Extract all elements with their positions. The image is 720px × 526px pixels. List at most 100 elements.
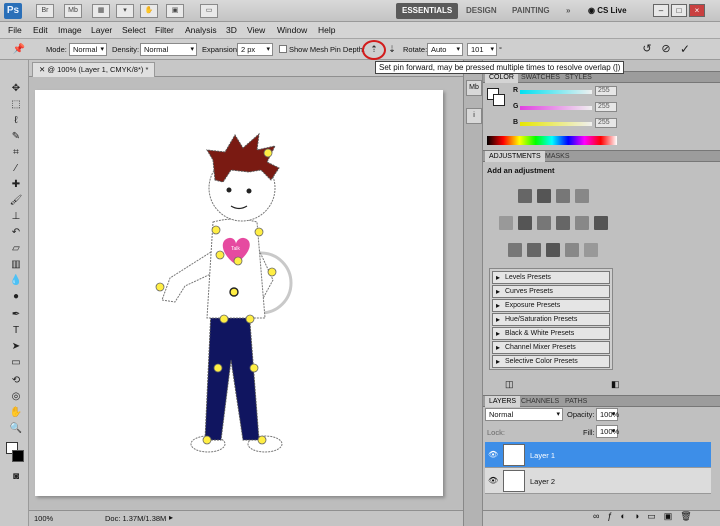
eye-icon[interactable]: 👁 [488,450,498,459]
shape-tool-icon[interactable]: ▭ [9,356,23,369]
close-window-button[interactable]: × [689,4,705,17]
rotate-select[interactable]: Auto [427,43,463,56]
puppet-warp-tool-icon[interactable]: 📌 [12,43,26,56]
green-slider[interactable] [520,106,592,110]
preset-exposure[interactable]: Exposure Presets [492,299,610,312]
blue-value[interactable]: 255 [595,118,617,128]
red-slider[interactable] [520,90,592,94]
channel-mixer-icon[interactable] [594,216,608,230]
black-white-icon[interactable] [556,216,570,230]
workspace-essentials[interactable]: ESSENTIALS [396,3,459,19]
zoom-readout[interactable]: 100% [34,514,53,523]
color-balance-icon[interactable] [537,216,551,230]
menu-image[interactable]: Image [58,25,82,35]
fill-input[interactable]: 100% [596,425,619,438]
mini-bridge-panel-button[interactable]: Mb [466,80,482,96]
hand-tool-icon[interactable]: ✋ [140,4,158,18]
adjustments-options-icon[interactable]: ◧ [611,379,620,390]
workspace-painting[interactable]: PAINTING [506,3,556,19]
screen-mode-icon[interactable]: ▭ [200,4,218,18]
blend-mode-select[interactable]: Normal [485,408,563,421]
curves-icon[interactable] [556,189,570,203]
cancel-warp-icon[interactable]: ⊘ [659,43,673,56]
minimize-button[interactable]: – [653,4,669,17]
gradient-map-icon[interactable] [565,243,579,257]
info-panel-icon[interactable]: i [466,108,482,124]
density-select[interactable]: Normal [140,43,197,56]
mode-select[interactable]: Normal [69,43,107,56]
layer-row-1[interactable]: 👁 Layer 1 [485,442,711,468]
gradient-tool-icon[interactable]: ▥ [9,258,23,271]
3d-orbit-tool-icon[interactable]: ◎ [9,390,23,403]
color-spectrum-bar[interactable] [487,136,617,145]
menu-window[interactable]: Window [277,25,307,35]
preset-levels[interactable]: Levels Presets [492,271,610,284]
clip-to-layer-icon[interactable]: ◫ [505,379,514,390]
type-tool-icon[interactable]: T [9,324,23,337]
3d-rotate-tool-icon[interactable]: ⟲ [9,374,23,387]
expansion-input[interactable]: 2 px [237,43,273,56]
show-mesh-checkbox[interactable] [279,45,287,53]
document-tab[interactable]: ✕ @ 100% (Layer 1, CMYK/8*) * [32,62,156,77]
menu-layer[interactable]: Layer [91,25,112,35]
brush-tool-icon[interactable]: 🖌 [9,194,23,207]
zoom-level-icon[interactable]: ▾ [116,4,134,18]
menu-analysis[interactable]: Analysis [185,25,217,35]
preset-selective-color[interactable]: Selective Color Presets [492,355,610,368]
menu-help[interactable]: Help [318,25,335,35]
eye-icon[interactable]: 👁 [488,476,498,485]
preset-black-white[interactable]: Black & White Presets [492,327,610,340]
commit-warp-icon[interactable]: ✓ [678,43,692,56]
lasso-tool-icon[interactable]: ℓ [9,114,23,127]
menu-filter[interactable]: Filter [155,25,174,35]
menu-view[interactable]: View [247,25,265,35]
pin-backward-icon[interactable]: ⇣ [385,43,399,56]
layer-row-2[interactable]: 👁 Layer 2 [485,468,711,494]
preset-curves[interactable]: Curves Presets [492,285,610,298]
workspace-design[interactable]: DESIGN [460,3,503,19]
exposure-icon[interactable] [575,189,589,203]
green-value[interactable]: 255 [595,102,617,112]
remove-all-pins-icon[interactable]: ↺ [640,43,654,56]
posterize-icon[interactable] [527,243,541,257]
quick-select-tool-icon[interactable]: ✎ [9,130,23,143]
cs-live-button[interactable]: ◉ CS Live [582,3,633,19]
rotate-degrees-input[interactable]: 101 [467,43,497,56]
invert-icon[interactable] [508,243,522,257]
zoom-tool-icon[interactable]: 🔍 [9,422,23,435]
arrange-documents-icon[interactable]: ▣ [166,4,184,18]
opacity-input[interactable]: 100% [596,408,619,421]
brightness-contrast-icon[interactable] [518,189,532,203]
blur-tool-icon[interactable]: 💧 [9,274,23,287]
menu-file[interactable]: File [8,25,22,35]
tab-layers[interactable]: LAYERS [485,396,521,407]
menu-select[interactable]: Select [122,25,146,35]
background-color-swatch[interactable] [12,450,24,462]
more-workspaces-button[interactable]: » [560,3,576,19]
crop-tool-icon[interactable]: ⌗ [9,146,23,159]
view-extras-icon[interactable]: ▦ [92,4,110,18]
eraser-tool-icon[interactable]: ▱ [9,242,23,255]
preset-channel-mixer[interactable]: Channel Mixer Presets [492,341,610,354]
red-value[interactable]: 255 [595,86,617,96]
menu-3d[interactable]: 3D [226,25,237,35]
layers-footer-icons[interactable]: ∞ƒ◐◑▭▣🗑 [483,510,720,526]
menu-edit[interactable]: Edit [33,25,48,35]
vibrance-icon[interactable] [499,216,513,230]
marquee-tool-icon[interactable]: ⬚ [9,98,23,111]
history-brush-tool-icon[interactable]: ↶ [9,226,23,239]
path-selection-tool-icon[interactable]: ➤ [9,340,23,353]
selective-color-icon[interactable] [584,243,598,257]
bridge-button[interactable]: Br [36,4,54,18]
hue-saturation-icon[interactable] [518,216,532,230]
tab-paths[interactable]: PATHS [561,396,591,407]
pen-tool-icon[interactable]: ✒ [9,308,23,321]
eyedropper-tool-icon[interactable]: ⁄ [9,162,23,175]
blue-slider[interactable] [520,122,592,126]
maximize-button[interactable]: □ [671,4,687,17]
photo-filter-icon[interactable] [575,216,589,230]
clone-stamp-tool-icon[interactable]: ⊥ [9,210,23,223]
tab-channels[interactable]: CHANNELS [517,396,563,407]
color-background-swatch[interactable] [493,94,505,106]
hand-tool-icon[interactable]: ✋ [9,406,23,419]
